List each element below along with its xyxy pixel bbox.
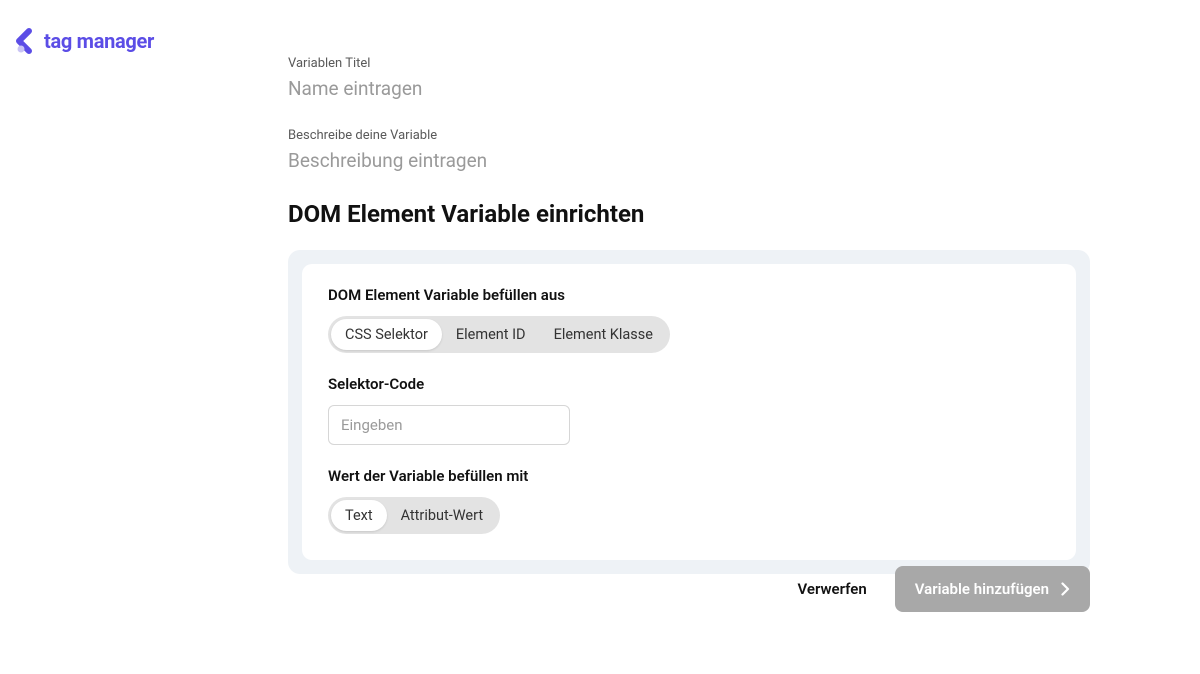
brand-icon bbox=[12, 28, 38, 54]
footer-actions: Verwerfen Variable hinzufügen bbox=[797, 566, 1090, 612]
selector-code-label: Selektor-Code bbox=[328, 375, 1050, 393]
brand-logo[interactable]: tag manager bbox=[12, 28, 154, 54]
section-heading: DOM Element Variable einrichten bbox=[288, 200, 1090, 228]
source-segmented-control: CSS Selektor Element ID Element Klasse bbox=[328, 316, 670, 353]
source-option-css[interactable]: CSS Selektor bbox=[331, 319, 442, 350]
selector-code-input[interactable] bbox=[328, 405, 570, 445]
config-inner: DOM Element Variable befüllen aus CSS Se… bbox=[302, 264, 1076, 560]
value-option-text[interactable]: Text bbox=[331, 500, 387, 531]
brand-name: tag manager bbox=[44, 29, 154, 53]
source-label: DOM Element Variable befüllen aus bbox=[328, 286, 1050, 304]
chevron-right-icon bbox=[1061, 582, 1070, 596]
variable-desc-label: Beschreibe deine Variable bbox=[288, 128, 1090, 143]
add-variable-button[interactable]: Variable hinzufügen bbox=[895, 566, 1090, 612]
variable-desc-input[interactable]: Beschreibung eintragen bbox=[288, 149, 1090, 172]
value-segmented-control: Text Attribut-Wert bbox=[328, 497, 500, 534]
config-panel: DOM Element Variable befüllen aus CSS Se… bbox=[288, 250, 1090, 574]
variable-title-input[interactable]: Name eintragen bbox=[288, 77, 1090, 100]
variable-title-label: Variablen Titel bbox=[288, 56, 1090, 71]
main-form: Variablen Titel Name eintragen Beschreib… bbox=[288, 56, 1090, 574]
add-variable-label: Variable hinzufügen bbox=[915, 580, 1049, 598]
source-option-id[interactable]: Element ID bbox=[442, 319, 540, 350]
discard-button[interactable]: Verwerfen bbox=[797, 580, 866, 598]
value-fill-label: Wert der Variable befüllen mit bbox=[328, 467, 1050, 485]
source-option-class[interactable]: Element Klasse bbox=[540, 319, 667, 350]
value-option-attr[interactable]: Attribut-Wert bbox=[387, 500, 498, 531]
